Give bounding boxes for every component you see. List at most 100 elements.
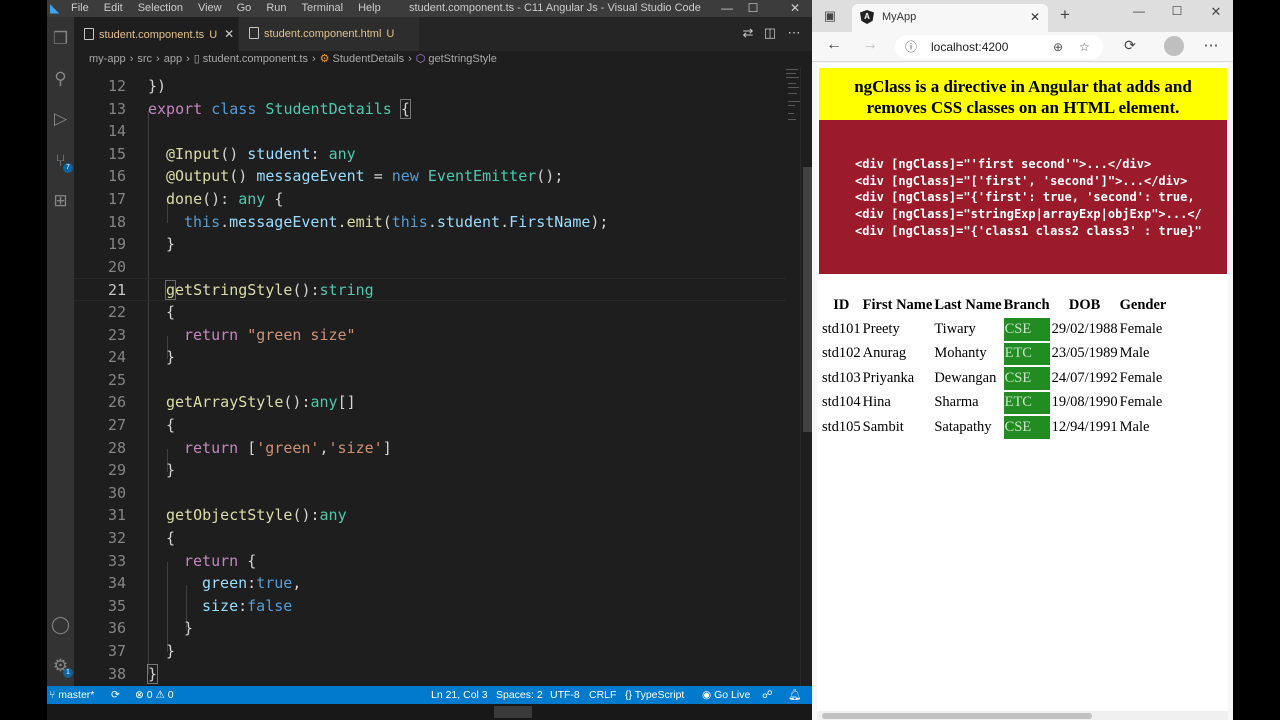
line-number: 14	[107, 122, 126, 141]
cell-dob: 23/05/1989	[1051, 345, 1118, 362]
menu-go[interactable]: Go	[237, 2, 252, 15]
branch-indicator[interactable]: ⑂ master*	[49, 686, 94, 704]
ngclass-code-box: <div [ngClass]="'first second'">...</div…	[819, 120, 1227, 274]
page-horizontal-scrollbar[interactable]	[817, 711, 1228, 720]
cell-gender: Female	[1119, 369, 1163, 386]
activity-bar: ❐ ⚲ ▷ ⑂ 7 ⊞ ◯ ⚙ 1	[47, 17, 74, 686]
minimap-line	[788, 119, 796, 120]
encoding[interactable]: UTF-8	[550, 686, 580, 704]
tab-student-component-html[interactable]: student.component.html U	[239, 17, 419, 51]
tab-student-component-ts[interactable]: student.component.ts U ✕	[74, 17, 238, 51]
line-number: 31	[107, 506, 126, 525]
extensions-icon[interactable]: ⊞	[50, 190, 71, 211]
back-arrow-icon[interactable]: ←	[826, 36, 842, 54]
menu-help[interactable]: Help	[358, 2, 381, 15]
more-actions-icon[interactable]: ⋯	[786, 25, 802, 41]
editor-scrollbar[interactable]	[800, 67, 812, 686]
line-number: 33	[107, 551, 126, 570]
cell-gender: Female	[1119, 394, 1163, 411]
cell-id: std104	[822, 394, 861, 411]
menu-terminal[interactable]: Terminal	[302, 2, 344, 15]
code-text: done(): any {	[166, 190, 284, 208]
code-text: green:true,	[202, 574, 302, 593]
code-example-line: <div [ngClass]="stringExp|arrayExp|objEx…	[855, 207, 1202, 222]
line-number: 23	[107, 325, 126, 344]
compare-changes-icon[interactable]: ⇄	[740, 25, 756, 41]
extensions-icon[interactable]: ⟳	[1122, 37, 1138, 54]
settings-gear-icon[interactable]: ⚙ 1	[50, 655, 73, 678]
braces-icon: {}	[625, 689, 635, 701]
split-editor-icon[interactable]: ◫	[762, 25, 778, 41]
language-mode[interactable]: {} TypeScript	[625, 686, 684, 704]
breadcrumb-item[interactable]: my-app	[89, 53, 126, 65]
close-icon[interactable]: ✕	[787, 1, 803, 15]
problems-indicator[interactable]: ⊗ 0 ⚠ 0	[135, 686, 174, 704]
method-symbol-icon: ⬡	[415, 53, 426, 65]
menu-edit[interactable]: Edit	[104, 2, 123, 15]
tab-close-icon[interactable]: ✕	[1030, 4, 1040, 30]
breadcrumb-item[interactable]: StudentDetails	[333, 53, 405, 65]
close-icon[interactable]: ✕	[1209, 4, 1223, 20]
breadcrumb-item[interactable]: src	[137, 53, 152, 65]
line-number: 16	[107, 167, 126, 186]
breadcrumb-item[interactable]: app	[164, 53, 182, 65]
code-editor[interactable]: 12}) 13 export class StudentDetails { 14 …	[74, 67, 786, 686]
minimap[interactable]	[786, 67, 800, 686]
code-text: size:false	[202, 596, 293, 615]
cell-id: std101	[822, 320, 861, 337]
cursor-position[interactable]: Ln 21, Col 3	[431, 686, 488, 704]
url-text[interactable]: localhost:4200	[931, 35, 1008, 59]
scrollbar-thumb[interactable]	[822, 713, 1092, 719]
line-number: 28	[107, 438, 126, 457]
browser-tab[interactable]: A MyApp ✕	[852, 4, 1048, 32]
accounts-icon[interactable]: ◯	[50, 614, 71, 635]
explorer-icon[interactable]: ❐	[50, 28, 71, 49]
maximize-icon[interactable]: ☐	[745, 1, 761, 15]
minimap-line	[788, 105, 795, 106]
line-number: 13	[107, 99, 126, 118]
menu-view[interactable]: View	[198, 2, 222, 15]
line-number: 38	[107, 664, 126, 683]
menu-file[interactable]: File	[71, 2, 89, 15]
source-control-icon[interactable]: ⑂ 7	[50, 150, 73, 173]
breadcrumb-item[interactable]: getStringStyle	[428, 53, 496, 65]
indentation[interactable]: Spaces: 2	[496, 686, 543, 704]
code-text: getStringStyle():string	[164, 280, 374, 301]
menu-selection[interactable]: Selection	[138, 2, 183, 15]
menu-run[interactable]: Run	[266, 2, 286, 15]
minimize-icon[interactable]: —	[719, 1, 735, 15]
code-text: return {	[184, 551, 257, 570]
scrollbar-thumb[interactable]	[803, 167, 812, 432]
profile-avatar[interactable]	[1164, 36, 1184, 56]
notifications-bell-icon[interactable]: 🔔︎	[788, 686, 801, 704]
run-debug-icon[interactable]: ▷	[50, 108, 71, 129]
code-line: 17 done(): any {	[74, 188, 786, 211]
feedback-icon[interactable]: ☍	[762, 686, 773, 704]
address-bar[interactable]: ⓘ localhost:4200 ⊕ ☆	[895, 35, 1103, 59]
new-tab-icon[interactable]: +	[1058, 6, 1072, 24]
info-icon[interactable]: ⓘ	[905, 35, 917, 59]
status-bar: ⑂ master* ⟳ ⊗ 0 ⚠ 0 Ln 21, Col 3 Spaces:…	[47, 686, 812, 704]
forward-arrow-icon[interactable]: →	[862, 36, 878, 54]
column-header: Branch	[1003, 297, 1050, 313]
code-line: 37}	[74, 640, 786, 663]
maximize-icon[interactable]: ☐	[1170, 4, 1184, 18]
tab-close-icon[interactable]: ✕	[224, 27, 234, 41]
more-menu-icon[interactable]: ⋯	[1203, 36, 1219, 54]
code-text: })	[148, 77, 167, 95]
code-text: @Output() messageEvent = new EventEmitte…	[166, 167, 564, 186]
cell-branch: ETC	[1003, 391, 1050, 414]
search-icon[interactable]: ⚲	[50, 68, 71, 89]
code-line: 28 return ['green','size']	[74, 437, 786, 460]
horizontal-scroll-thumb[interactable]	[494, 706, 532, 718]
sync-icon[interactable]: ⟳	[111, 686, 120, 704]
breadcrumb-item[interactable]: student.component.ts	[203, 53, 308, 65]
zoom-icon[interactable]: ⊕	[1053, 35, 1063, 59]
favorites-icon[interactable]: ☆	[1079, 35, 1090, 59]
minimap-line	[788, 101, 800, 102]
code-text: this.messageEvent.emit(this.student.Firs…	[184, 212, 609, 231]
minimize-icon[interactable]: —	[1132, 4, 1146, 18]
tab-actions-icon[interactable]: ▣	[823, 8, 837, 24]
go-live-button[interactable]: ◉ Go Live	[702, 686, 750, 704]
line-ending[interactable]: CRLF	[589, 686, 616, 704]
